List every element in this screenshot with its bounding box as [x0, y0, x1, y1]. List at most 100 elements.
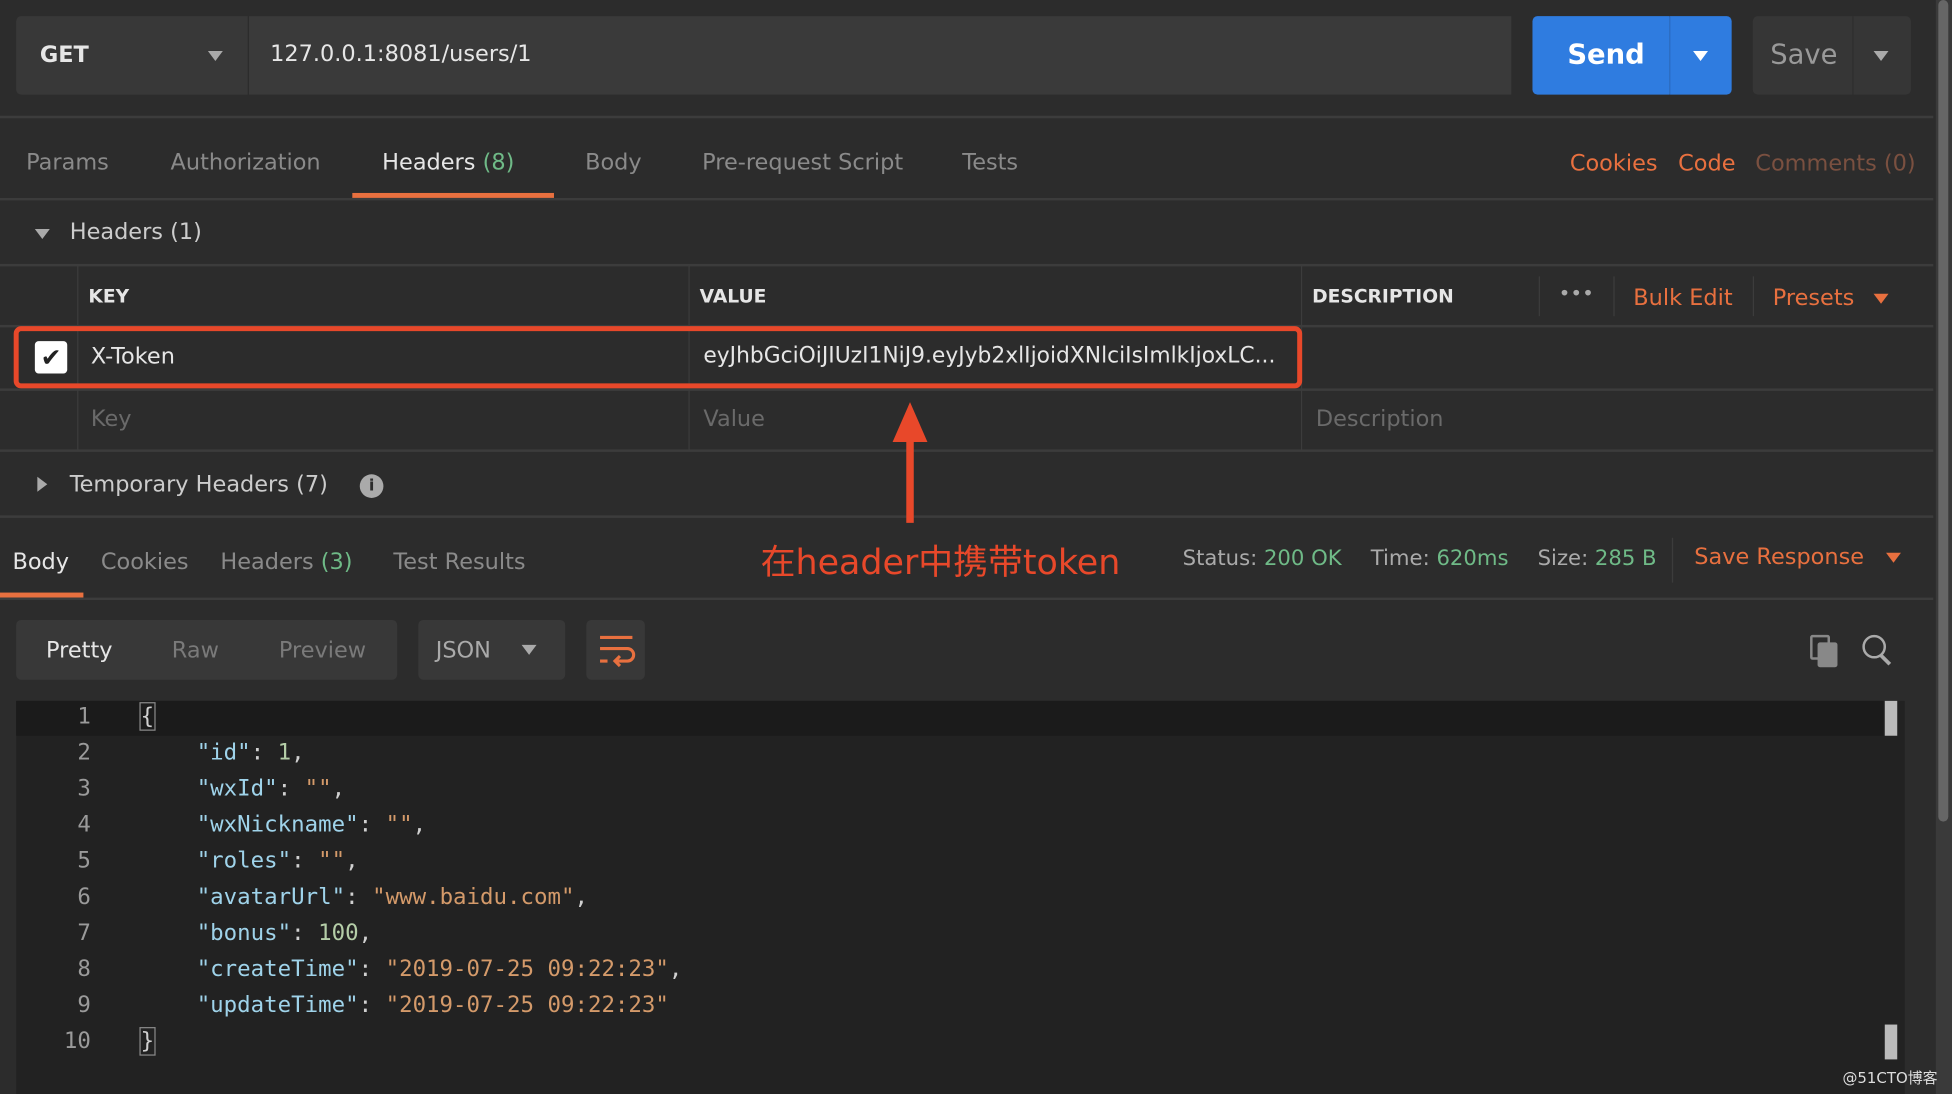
- code-token-pun: ,: [668, 956, 683, 983]
- code-token-pun: :: [345, 883, 373, 911]
- line-number: 10: [63, 1028, 91, 1055]
- code-token-pun: :: [277, 775, 305, 802]
- code-line: "bonus": 100,: [197, 920, 372, 946]
- send-options-button[interactable]: [1669, 16, 1732, 95]
- url-text: 127.0.0.1:8081/users/1: [270, 41, 532, 68]
- divider: [0, 449, 1934, 452]
- format-label: JSON: [435, 637, 491, 664]
- response-meta: Status: 200 OK Time: 620ms Size: 285 B: [1183, 547, 1657, 572]
- code-line: "avatarUrl": "www.baidu.com",: [197, 884, 588, 910]
- code-token-pun: :: [291, 847, 319, 874]
- code-token-key: "wxNickname": [196, 811, 359, 838]
- caret-down-icon: [34, 229, 50, 240]
- new-value-input[interactable]: Value: [703, 406, 765, 432]
- cookies-link[interactable]: Cookies: [1570, 151, 1658, 177]
- code-link[interactable]: Code: [1678, 151, 1735, 177]
- send-button[interactable]: Send: [1532, 16, 1670, 95]
- response-tab-cookies[interactable]: Cookies: [101, 549, 189, 575]
- code-token-key: "id": [196, 739, 251, 766]
- tab-tests[interactable]: Tests: [962, 149, 1018, 175]
- save-options-button[interactable]: [1852, 16, 1911, 95]
- headers-section-title: Headers (1): [69, 219, 202, 246]
- caret-right-icon: [37, 476, 48, 492]
- code-line: "updateTime": "2019-07-25 09:22:23": [197, 992, 669, 1018]
- time-label: Time:: [1370, 546, 1430, 572]
- divider: [0, 388, 1934, 391]
- code-token-pun: :: [250, 739, 278, 766]
- code-token-key: "createTime": [196, 956, 359, 983]
- code-token-pun: ,: [412, 811, 427, 838]
- tab-pre-request-script[interactable]: Pre-request Script: [702, 149, 903, 175]
- view-mode-group: Pretty Raw Preview: [16, 619, 398, 680]
- size-label: Size:: [1537, 546, 1589, 572]
- presets-label: Presets: [1772, 285, 1855, 312]
- url-input[interactable]: 127.0.0.1:8081/users/1: [248, 16, 1512, 95]
- pretty-button[interactable]: Pretty: [46, 637, 112, 663]
- code-token-pun: ,: [345, 847, 359, 874]
- save-response-button[interactable]: Save Response: [1694, 544, 1902, 570]
- new-key-input[interactable]: Key: [91, 406, 132, 432]
- active-line-highlight: [16, 700, 1884, 736]
- tab-headers[interactable]: Headers (8): [382, 149, 514, 175]
- column-key: KEY: [88, 285, 130, 308]
- code-line: {: [139, 702, 156, 731]
- send-label: Send: [1567, 39, 1645, 71]
- watermark: @51CTO博客: [1842, 1069, 1938, 1087]
- copy-icon[interactable]: [1810, 634, 1840, 668]
- bulk-edit-button[interactable]: Bulk Edit: [1633, 285, 1732, 311]
- window-scrollbar[interactable]: [1935, 0, 1952, 1094]
- code-token-pun: :: [358, 992, 386, 1019]
- raw-button[interactable]: Raw: [172, 637, 219, 663]
- annotation-arrow-head: [892, 402, 928, 442]
- method-label: GET: [39, 42, 89, 69]
- presets-button[interactable]: Presets: [1773, 285, 1889, 311]
- method-select[interactable]: GET: [16, 16, 248, 95]
- column-divider: [1752, 276, 1755, 317]
- wrap-lines-button[interactable]: [586, 619, 645, 680]
- response-tab-body[interactable]: Body: [12, 549, 69, 575]
- code-token-str: "2019-07-25 09:22:23": [385, 956, 669, 983]
- chevron-down-icon: [1873, 293, 1889, 304]
- response-tab-test-results[interactable]: Test Results: [393, 549, 525, 575]
- line-number: 5: [77, 847, 91, 874]
- more-options-icon[interactable]: •••: [1559, 281, 1594, 305]
- code-token-pun: {: [139, 702, 156, 731]
- line-number: 2: [77, 739, 91, 766]
- response-tab-headers[interactable]: Headers (3): [220, 549, 352, 575]
- response-body-editor[interactable]: 1 {2 "id": 1, 3 "wxId": "", 4 "wxNickname": ""…: [16, 700, 1905, 1094]
- editor-scrollbar[interactable]: [1884, 700, 1898, 736]
- tab-authorization[interactable]: Authorization: [171, 149, 321, 175]
- comments-link[interactable]: Comments (0): [1755, 151, 1915, 177]
- code-line: "roles": "",: [197, 848, 359, 874]
- tab-headers-label: Headers: [382, 149, 476, 176]
- tab-headers-count: (8): [482, 149, 515, 176]
- annotation-highlight-box: [13, 326, 1303, 389]
- chevron-down-icon: [521, 644, 537, 655]
- preview-button[interactable]: Preview: [279, 637, 366, 663]
- chevron-down-icon: [207, 51, 223, 62]
- chevron-down-icon: [1693, 51, 1709, 62]
- code-token-str: "": [385, 811, 413, 838]
- save-button[interactable]: Save: [1752, 16, 1853, 95]
- line-number: 3: [77, 775, 91, 802]
- divider: [1671, 537, 1674, 583]
- tab-body[interactable]: Body: [585, 149, 642, 175]
- code-token-pun: ,: [574, 883, 588, 911]
- code-line: "id": 1,: [197, 739, 305, 765]
- code-line: }: [139, 1027, 156, 1056]
- column-divider: [1613, 276, 1615, 317]
- annotation-arrow: [906, 435, 914, 523]
- code-token-pun: :: [358, 811, 386, 838]
- format-select[interactable]: JSON: [418, 619, 566, 680]
- response-tab-headers-count: (3): [320, 549, 353, 576]
- code-token-pun: ,: [358, 919, 373, 947]
- info-icon[interactable]: i: [359, 474, 384, 498]
- new-description-input[interactable]: Description: [1316, 406, 1444, 432]
- line-number: 7: [77, 919, 91, 947]
- search-icon[interactable]: [1862, 634, 1894, 667]
- column-value: VALUE: [699, 285, 767, 308]
- line-number: 8: [77, 956, 91, 983]
- column-description: DESCRIPTION: [1312, 285, 1454, 308]
- tab-params[interactable]: Params: [26, 149, 109, 175]
- code-token-key: "wxId": [196, 775, 278, 802]
